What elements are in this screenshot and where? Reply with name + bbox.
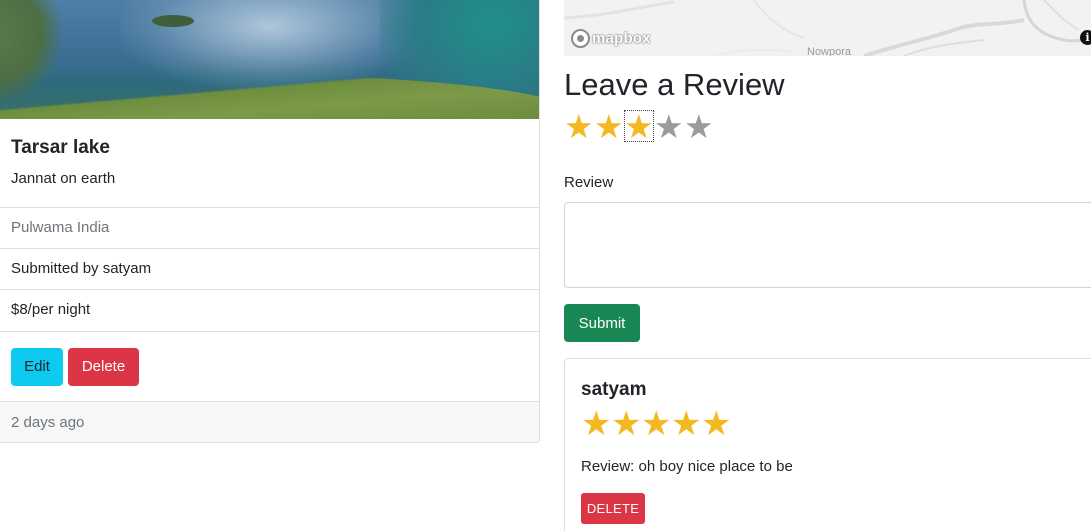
map-place-label: Nowpora: [807, 46, 852, 56]
mapbox-logo-text: mapbox: [592, 29, 651, 47]
star-icon[interactable]: ★: [564, 110, 594, 143]
review-text: Review: oh boy nice place to be: [581, 458, 793, 475]
star-icon: ★: [641, 405, 672, 443]
star-icon[interactable]: ★: [684, 110, 714, 143]
star-icon[interactable]: ★: [654, 110, 684, 143]
star-icon[interactable]: ★: [594, 110, 624, 143]
campground-title: Tarsar lake: [11, 137, 110, 158]
campground-card: Tarsar lake Jannat on earth Pulwama Indi…: [0, 0, 540, 443]
card-body: Tarsar lake Jannat on earth: [0, 119, 539, 208]
campground-image: [0, 0, 539, 119]
card-footer-timestamp: 2 days ago: [0, 401, 539, 442]
star-icon[interactable]: ★: [624, 110, 654, 143]
review-author: satyam: [581, 379, 647, 400]
map[interactable]: mapbox Nowpora i: [564, 0, 1091, 56]
star-icon: ★: [701, 405, 732, 443]
campground-author: Submitted by satyam: [0, 248, 539, 289]
campground-description: Jannat on earth: [11, 170, 116, 187]
mapbox-logo-icon: [571, 28, 590, 48]
mapbox-logo[interactable]: mapbox: [571, 28, 651, 48]
submit-button[interactable]: Submit: [564, 304, 640, 342]
star-icon: ★: [611, 405, 642, 443]
delete-button[interactable]: Delete: [68, 348, 139, 386]
star-icon: ★: [581, 405, 612, 443]
edit-button[interactable]: Edit: [11, 348, 63, 386]
campground-location: Pulwama India: [0, 207, 539, 248]
info-icon[interactable]: i: [1080, 30, 1091, 45]
review-form-heading: Leave a Review: [564, 67, 785, 102]
campground-price: $8/per night: [0, 289, 539, 330]
card-actions: Edit Delete: [0, 331, 539, 402]
star-icon: ★: [671, 405, 702, 443]
review-textarea[interactable]: [564, 202, 1091, 288]
review-rating: ★ ★ ★ ★ ★: [581, 407, 731, 441]
review-card: satyam ★ ★ ★ ★ ★ Review: oh boy nice place t…: [564, 358, 1091, 531]
review-label: Review: [564, 174, 614, 191]
review-delete-button[interactable]: DELETE: [581, 493, 645, 524]
star-rating-input[interactable]: ★ ★ ★ ★ ★: [564, 110, 714, 143]
